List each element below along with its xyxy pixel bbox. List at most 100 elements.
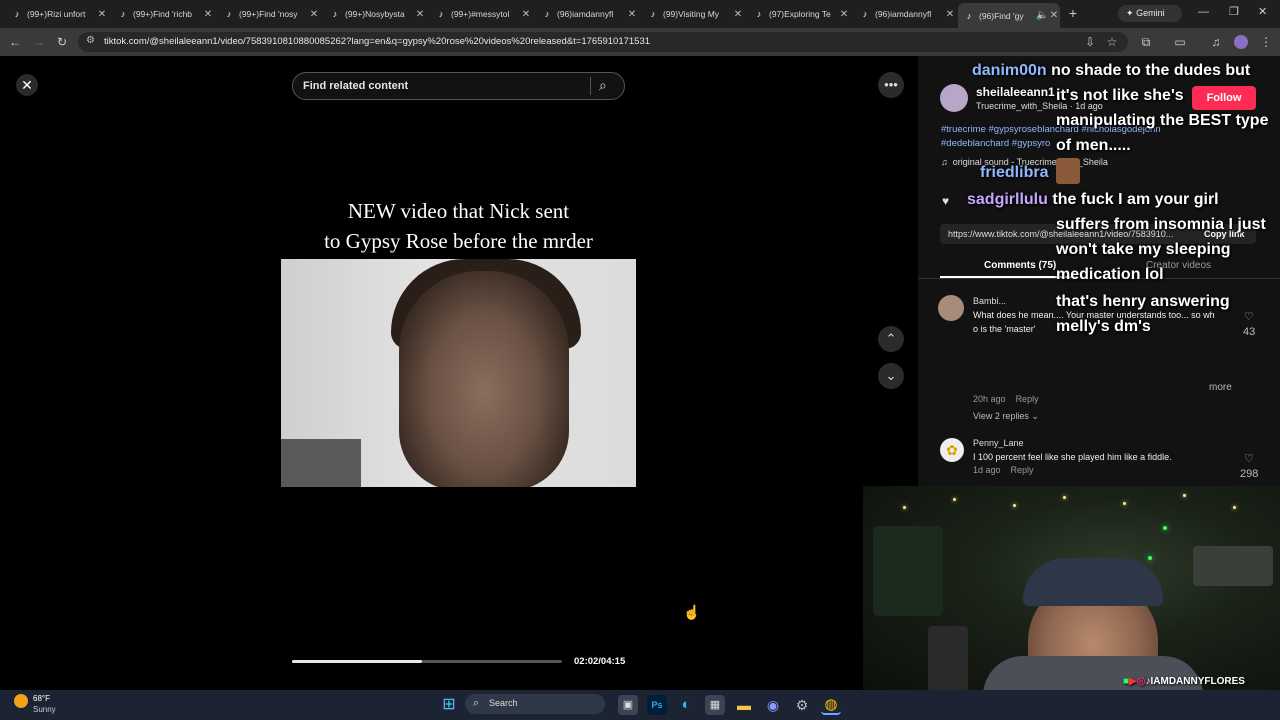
close-icon[interactable]: ✕ [16,74,38,96]
site-info-icon[interactable]: ⚙ [86,35,95,46]
search-icon[interactable]: ⌕ [599,77,607,94]
more-options-icon[interactable]: ••• [878,72,904,98]
chrome-icon[interactable]: ◍ [821,695,841,715]
bookmark-star-icon[interactable]: ☆ [1104,34,1120,50]
comment-more-link[interactable]: more [1209,382,1232,393]
close-tab-icon[interactable]: ✕ [1048,10,1060,21]
gemini-button[interactable]: ✦ Gemini [1118,5,1182,22]
profile-avatar[interactable] [1234,35,1248,49]
comment-user[interactable]: Penny_Lane [973,438,1024,448]
next-video-icon[interactable]: ⌄ [878,363,904,389]
close-tab-icon[interactable]: ✕ [732,9,744,20]
author-name[interactable]: sheilaleeann1 [976,85,1055,99]
author-avatar[interactable] [940,84,968,112]
browser-tab[interactable]: ♪ (99)Visiting My ✕ [642,4,744,24]
forward-icon[interactable]: → [31,34,47,50]
media-control-icon[interactable]: ♫ [1208,34,1224,50]
post-hashtags[interactable]: #dedeblanchard #gypsyro [941,138,1050,149]
chat-message: sadgirllulu the fuck I am your girl [967,191,1219,209]
gemini-label: Gemini [1136,8,1165,18]
reload-icon[interactable]: ↻ [54,34,70,50]
close-tab-icon[interactable]: ✕ [96,9,108,20]
tab-title: (96)Find 'gy [979,10,1024,21]
tiktok-icon: ♪ [650,9,656,19]
browser-tab-active[interactable]: ♪ (96)Find 'gy 🔈 ✕ [958,3,1060,28]
back-icon[interactable]: ← [7,34,23,50]
sidebar-icon[interactable]: ▭ [1172,34,1188,50]
store-icon[interactable]: ▦ [705,695,725,715]
chat-username: sadgirllulu [967,191,1048,208]
settings-icon[interactable]: ⚙ [792,695,812,715]
view-replies-button[interactable]: View 2 replies ⌄ [973,411,1039,422]
install-app-icon[interactable]: ⇩ [1082,34,1098,50]
chat-text: suffers from insomnia I just [1056,216,1266,233]
microphone [928,626,968,692]
url-text[interactable]: tiktok.com/@sheilaleeann1/video/75839108… [104,36,650,47]
video-subject-face [399,271,569,487]
tab-title: (99+)Nosybysta [345,9,405,19]
follow-button[interactable]: Follow [1192,86,1256,110]
extensions-icon[interactable]: ⧉ [1138,34,1154,50]
tab-title: (99+)#messytol [451,9,510,19]
search-bar[interactable]: Find related content ⌕ [292,72,625,100]
weather-icon[interactable] [14,694,28,708]
close-tab-icon[interactable]: ✕ [202,9,214,20]
chat-text: won't take my sleeping [1056,241,1231,258]
browser-tab[interactable]: ♪ (96)iamdannyfl ✕ [536,4,638,24]
close-tab-icon[interactable]: ✕ [944,9,956,20]
comment-time: 20h ago [973,394,1006,404]
comment-user[interactable]: Bambi... [973,296,1006,306]
weather-temp[interactable]: 68°F [33,694,50,703]
tab-title: (99+)Rizi unfort [27,9,86,19]
browser-tab[interactable]: ♪ (99+)Nosybysta ✕ [324,4,426,24]
chat-text: manipulating the BEST type [1056,112,1269,129]
browser-tab-strip: ♪ (99+)Rizi unfort ✕ ♪ (99+)Find 'richb ✕ ♪ (… [0,0,1280,28]
edge-icon[interactable]: ◐ [676,695,696,715]
comment-like-icon[interactable]: ♡ [1244,452,1254,465]
close-tab-icon[interactable]: ✕ [838,9,850,20]
browser-tab[interactable]: ♪ (97)Exploring Te ✕ [748,4,850,24]
close-tab-icon[interactable]: ✕ [414,9,426,20]
fairy-light [1233,506,1236,509]
previous-video-icon[interactable]: ⌃ [878,326,904,352]
search-input[interactable]: Find related content [303,80,408,92]
browser-tab[interactable]: ♪ (99+)Find 'richb ✕ [112,4,214,24]
tiktok-icon: ♪ [120,9,126,19]
discord-icon[interactable]: ◉ [763,695,783,715]
menu-kebab-icon[interactable]: ⋮ [1258,34,1274,50]
browser-tab[interactable]: ♪ (96)iamdannyfl ✕ [854,4,956,24]
browser-tab[interactable]: ♪ (99+)Find 'nosy ✕ [218,4,320,24]
fairy-light [1063,496,1066,499]
comment-avatar[interactable]: ✿ [940,438,964,462]
chat-message: danim00n no shade to the dudes but [972,62,1250,80]
close-tab-icon[interactable]: ✕ [520,9,532,20]
address-bar[interactable]: ⚙ tiktok.com/@sheilaleeann1/video/758391… [78,32,1128,52]
new-tab-button[interactable]: + [1066,6,1080,20]
streamer-webcam: ■▶◎♪IAMDANNYFLORES [863,486,1280,692]
mute-tab-icon[interactable]: 🔈 [1036,10,1048,21]
search-divider [590,77,591,95]
taskbar-search[interactable]: ⌕ Search [465,694,605,714]
minimize-icon[interactable]: — [1198,6,1209,18]
windows-start-icon[interactable]: ⊞ [439,695,459,715]
video-time: 02:02/04:15 [574,656,626,667]
weather-condition: Sunny [33,705,56,714]
browser-tab[interactable]: ♪ (99+)Rizi unfort ✕ [6,4,108,24]
reply-button[interactable]: Reply [1011,465,1034,475]
comment-avatar[interactable] [938,295,964,321]
close-window-icon[interactable]: ✕ [1258,5,1267,18]
video-progress-bar[interactable] [292,660,562,663]
tiktok-icon: ♪ [756,9,762,19]
comment-meta: 20h ago Reply [973,394,1039,404]
close-tab-icon[interactable]: ✕ [626,9,638,20]
close-tab-icon[interactable]: ✕ [308,9,320,20]
restore-icon[interactable]: ❐ [1229,5,1239,18]
browser-tab[interactable]: ♪ (99+)#messytol ✕ [430,4,532,24]
file-explorer-icon[interactable]: ▬ [734,695,754,715]
task-view-icon[interactable]: ▣ [618,695,638,715]
photoshop-icon[interactable]: Ps [647,695,667,715]
comment-like-icon[interactable]: ♡ [1244,310,1254,323]
like-heart-icon[interactable]: ♥ [942,194,949,208]
reply-button[interactable]: Reply [1016,394,1039,404]
tab-comments[interactable]: Comments (75) [984,260,1056,271]
